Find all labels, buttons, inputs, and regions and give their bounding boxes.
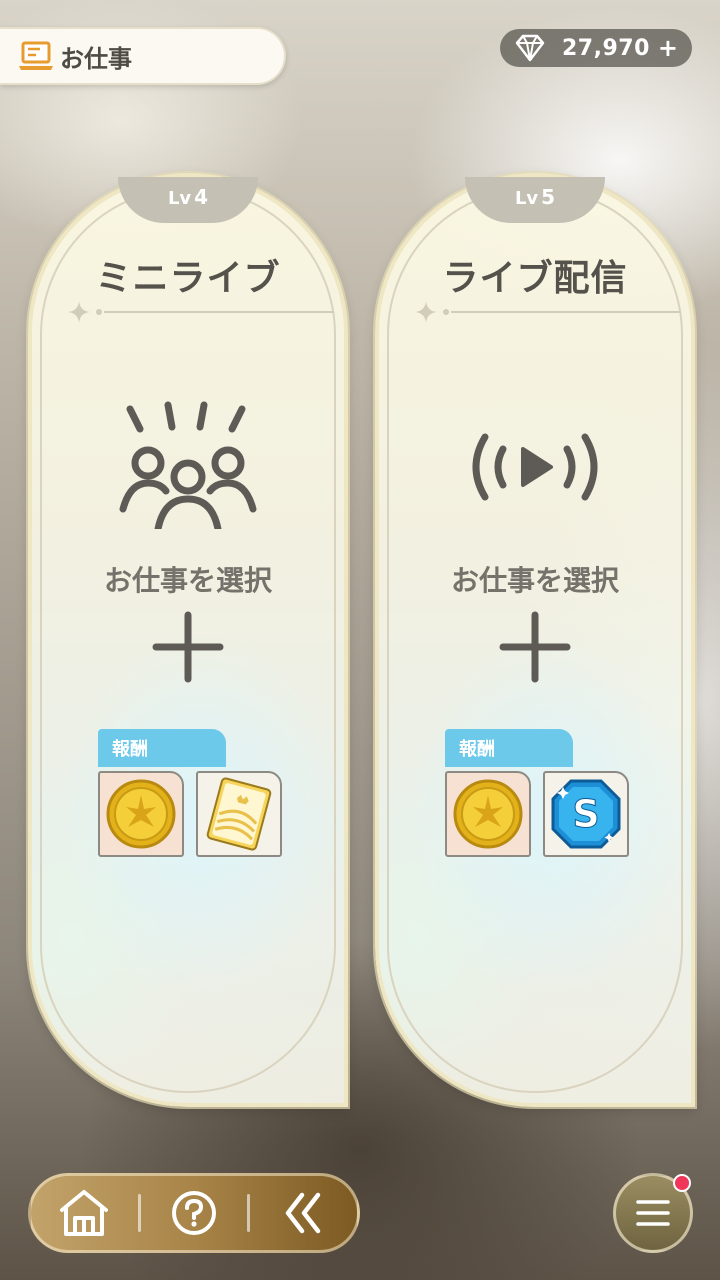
job-title: ミニライブ [95,258,281,299]
add-currency-button[interactable]: + [658,34,678,62]
broadcast-icon [472,433,598,501]
job-card-live-stream[interactable]: Lv 5 ライブ配信 お仕事を選択 報酬 S [375,173,695,1107]
reward-item[interactable] [445,771,531,857]
reward-list [98,771,282,857]
gold-book-icon [206,777,272,851]
reward-label: 報酬 [445,729,573,767]
page-title: お仕事 [60,44,132,73]
back-button[interactable] [250,1176,357,1250]
page-title-bar: お仕事 [0,27,286,85]
notification-badge [673,1174,691,1192]
divider [415,301,681,323]
add-job-button[interactable] [148,607,228,687]
divider [68,301,334,323]
help-icon [171,1191,216,1235]
level-value: 4 [194,185,209,209]
crowd-icon [119,401,257,529]
reward-label: 報酬 [98,729,226,767]
select-job-label: お仕事を選択 [103,564,272,597]
help-button[interactable] [141,1176,248,1250]
reward-item[interactable] [196,771,282,857]
sparkle-icon [68,301,90,323]
reward-item[interactable] [98,771,184,857]
reward-item[interactable]: S [543,771,629,857]
gold-coin-icon [106,779,176,849]
s-badge-icon: S [551,779,621,849]
home-icon [60,1190,109,1236]
sparkle-icon [415,301,437,323]
gold-coin-icon [453,779,523,849]
select-job-label: お仕事を選択 [450,564,619,597]
currency-amount: 27,970 [562,35,650,61]
level-value: 5 [541,185,556,209]
currency-display[interactable]: 27,970 + [500,29,692,67]
reward-list: S [445,771,629,857]
back-icon [285,1192,320,1234]
svg-text:S: S [572,792,599,836]
job-card-mini-live[interactable]: Lv 4 ミニライブ お仕事を選択 報酬 [28,173,348,1107]
home-button[interactable] [31,1176,138,1250]
bottom-nav [28,1173,360,1253]
diamond-icon [515,34,545,62]
job-title: ライブ配信 [442,258,628,299]
add-job-button[interactable] [495,607,575,687]
menu-icon [636,1200,670,1226]
laptop-icon [19,41,53,70]
